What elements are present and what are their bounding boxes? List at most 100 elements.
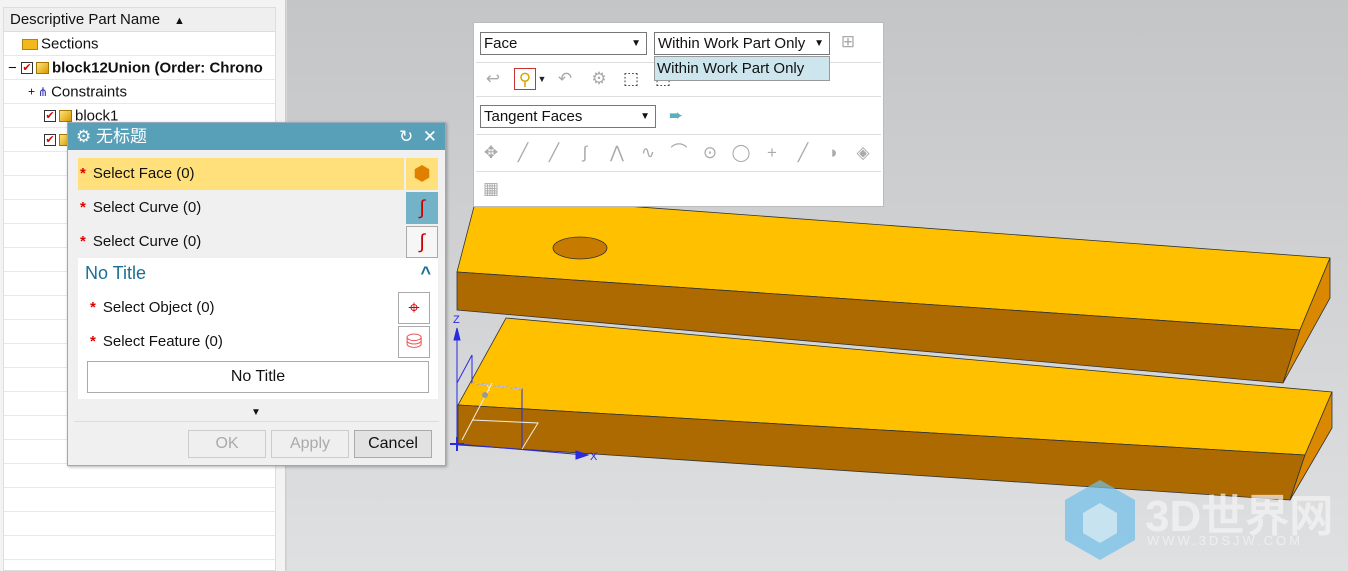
divider — [74, 421, 439, 422]
no-title-group: No Title ^ * Select Object (0) ⌖ * Select F… — [78, 258, 438, 399]
snap-mid-point-icon[interactable]: ╱ — [543, 142, 565, 164]
apply-button[interactable]: Apply — [271, 430, 349, 458]
column-header-label: Descriptive Part Name — [10, 11, 161, 28]
selection-dialog: ⚙ 无标题 ↻ ✕ * Select Face (0) ⬢ * Select Curv… — [67, 122, 446, 466]
part-icon — [59, 110, 72, 123]
divider — [476, 134, 881, 135]
dialog-titlebar[interactable]: ⚙ 无标题 ↻ ✕ — [68, 123, 445, 150]
no-title-button[interactable]: No Title — [87, 361, 429, 393]
required-icon: * — [90, 333, 96, 350]
select-object-label: Select Object (0) — [102, 299, 215, 316]
snap-circle-center-icon[interactable]: ⊙ — [699, 142, 721, 164]
snap-existing-point-icon[interactable]: + — [761, 142, 783, 164]
assembly-icon — [35, 62, 49, 75]
select-face-row[interactable]: * Select Face (0) — [78, 158, 404, 190]
hole[interactable] — [552, 236, 608, 260]
gear-icon[interactable]: ⚙ — [76, 127, 91, 146]
curve-icon[interactable]: ∫ — [406, 192, 438, 224]
folder-icon — [22, 38, 38, 50]
required-icon: * — [80, 199, 86, 216]
feature-icon[interactable]: ⛁ — [398, 326, 430, 358]
reset-selection-icon[interactable]: ↶ — [554, 68, 576, 90]
chevron-up-icon[interactable]: ^ — [420, 260, 431, 286]
reset-icon[interactable]: ↻ — [399, 127, 413, 146]
cancel-button[interactable]: Cancel — [354, 430, 432, 458]
select-by-box-icon[interactable]: ⬚ — [620, 68, 642, 90]
selection-bar: Face ▼ Within Work Part Only ▼ ⊞ ↩ ⚲ ▼ ↶ ⚙… — [473, 22, 884, 207]
snap-quadrant-icon[interactable]: ◯ — [730, 142, 752, 164]
snap-end-point-icon[interactable]: ╱ — [512, 142, 534, 164]
select-feature-row[interactable]: * Select Feature (0) — [88, 326, 388, 358]
filter-icon[interactable]: ⚲ — [514, 68, 536, 90]
group-header[interactable]: No Title ^ — [85, 260, 431, 286]
select-face-label: Select Face (0) — [92, 165, 195, 182]
expand-more-icon[interactable]: ▼ — [251, 407, 261, 418]
required-icon: * — [80, 165, 86, 182]
feature-selection-icon[interactable]: ⚙ — [588, 68, 610, 90]
type-filter-value: Face — [484, 35, 518, 52]
collapse-icon[interactable]: − — [8, 60, 17, 77]
required-icon: * — [90, 299, 96, 316]
select-curve-label: Select Curve (0) — [92, 199, 202, 216]
select-curve-row-2[interactable]: * Select Curve (0) — [78, 226, 404, 258]
snap-control-point-icon[interactable]: ∫ — [574, 142, 596, 164]
dialog-title: 无标题 — [95, 127, 147, 146]
assembly-selection-icon[interactable]: ⊞ — [837, 31, 859, 53]
tree-item-constraints[interactable]: + ⋔ Constraints — [4, 80, 275, 104]
constraints-icon: ⋔ — [38, 84, 49, 99]
face-rule-dropdown[interactable]: Tangent Faces ▼ — [480, 105, 656, 128]
selection-scope-value: Within Work Part Only — [658, 35, 806, 52]
selection-scope-dropdown[interactable]: Within Work Part Only ▼ — [654, 32, 830, 55]
close-icon[interactable]: ✕ — [423, 127, 437, 146]
chevron-down-icon: ▼ — [640, 111, 650, 122]
divider — [476, 171, 881, 172]
dropdown-arrow-icon[interactable]: ▼ — [537, 68, 547, 90]
snap-point-on-curve-icon[interactable]: ╱ — [792, 142, 814, 164]
snap-bounded-grid-icon[interactable]: ◈ — [852, 142, 874, 164]
select-curve-label: Select Curve (0) — [92, 233, 202, 250]
grid-icon[interactable]: ▦ — [480, 178, 502, 200]
select-object-row[interactable]: * Select Object (0) — [88, 292, 388, 324]
tree-empty-row — [4, 488, 275, 512]
watermark-url: WWW.3DSJW.COM — [1147, 533, 1303, 548]
x-axis-label: X — [590, 451, 598, 463]
watermark-logo: 3D世界网 WWW.3DSJW.COM — [1065, 475, 1345, 565]
scope-menu-option-label: Within Work Part Only — [657, 60, 805, 77]
snap-curve-point-icon[interactable]: ∿ — [637, 142, 659, 164]
y-axis-label: Y — [486, 383, 492, 393]
tree-empty-row — [4, 536, 275, 560]
type-filter-dropdown[interactable]: Face ▼ — [480, 32, 647, 55]
snap-point-on-surface-icon[interactable]: ◗ — [823, 142, 845, 164]
divider — [476, 96, 881, 97]
visibility-checkbox[interactable]: ✔ — [44, 110, 56, 123]
select-feature-label: Select Feature (0) — [102, 333, 223, 350]
chevron-down-icon: ▼ — [631, 38, 641, 49]
chevron-down-icon: ▼ — [811, 33, 824, 54]
tree-item-label: Sections — [41, 35, 99, 53]
column-header[interactable]: Descriptive Part Name ▲ — [4, 8, 275, 32]
visibility-checkbox[interactable]: ✔ — [44, 134, 56, 147]
tree-empty-row — [4, 512, 275, 536]
group-title: No Title — [85, 263, 147, 283]
undo-filter-icon[interactable]: ↩ — [482, 68, 504, 90]
ok-button[interactable]: OK — [188, 430, 266, 458]
face-rule-value: Tangent Faces — [484, 108, 583, 125]
snap-intersection-icon[interactable]: ⋀ — [606, 142, 628, 164]
tree-item-label: Constraints — [51, 83, 127, 101]
visibility-checkbox[interactable]: ✔ — [20, 62, 33, 75]
scope-menu-option[interactable]: Within Work Part Only — [654, 56, 830, 81]
face-icon[interactable]: ⬢ — [406, 158, 438, 190]
select-curve-row[interactable]: * Select Curve (0) — [78, 192, 404, 224]
required-icon: * — [80, 233, 86, 250]
crosshair-icon[interactable]: ⌖ — [398, 292, 430, 324]
snap-enable-icon[interactable]: ✥ — [480, 142, 502, 164]
expand-icon[interactable]: + — [28, 85, 35, 99]
z-axis-label: Z — [453, 314, 460, 326]
tree-item-sections[interactable]: Sections — [4, 32, 275, 56]
curve-icon[interactable]: ∫ — [406, 226, 438, 258]
snap-arc-center-icon[interactable]: ⌒ — [668, 142, 690, 164]
arrow-right-icon[interactable]: ➨ — [665, 105, 687, 127]
sort-ascending-icon: ▲ — [174, 15, 185, 27]
tree-item-label: block12Union (Order: Chrono — [51, 59, 263, 77]
tree-item-block12union[interactable]: − ✔ block12Union (Order: Chrono — [4, 56, 275, 80]
